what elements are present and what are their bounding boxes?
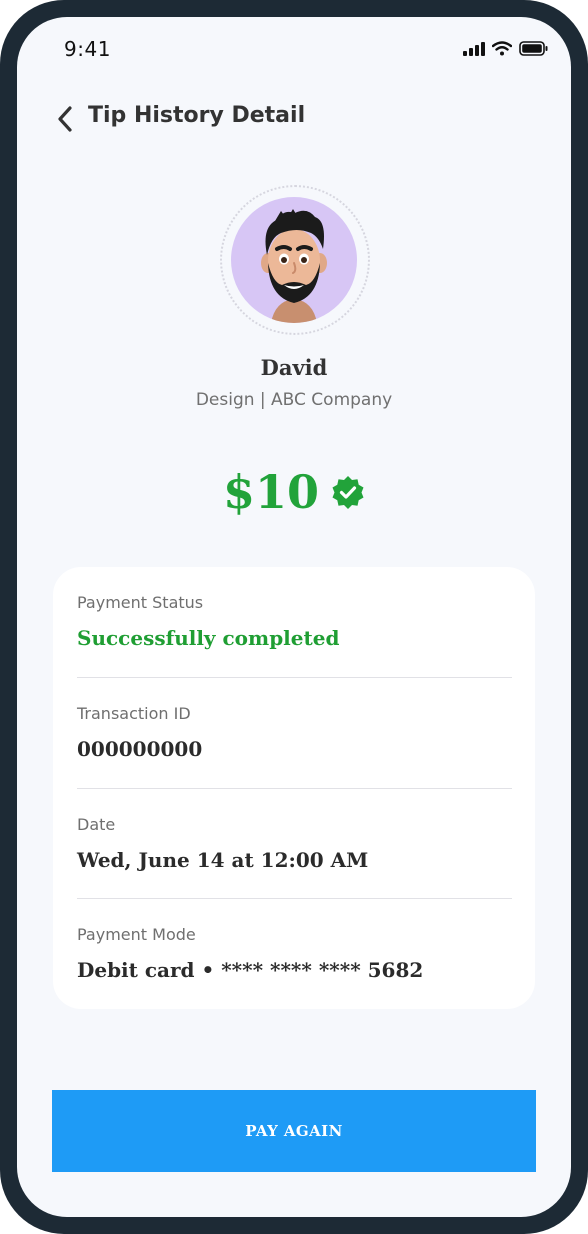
wifi-icon [492, 41, 512, 56]
verified-badge-icon [332, 476, 364, 509]
page-title: Tip History Detail [88, 103, 306, 128]
divider [77, 898, 512, 899]
divider [77, 788, 512, 789]
amount-row: $10 [17, 465, 571, 519]
profile-name: David [260, 355, 328, 380]
chevron-left-icon [58, 106, 72, 132]
transaction-id-label: Transaction ID [77, 704, 191, 723]
memoji-avatar [261, 209, 327, 323]
transaction-id-field: Transaction ID 000000000 [77, 704, 512, 761]
payment-status-field: Payment Status Successfully completed [77, 593, 512, 650]
battery-icon [519, 41, 548, 56]
date-value: Wed, June 14 at 12:00 AM [77, 848, 369, 872]
screen: 9:41 Tip History Detail David Design | A… [17, 17, 571, 1217]
status-icons [463, 41, 549, 56]
payment-details-card: Payment Status Successfully completed Tr… [53, 567, 535, 1009]
payment-mode-field: Payment Mode Debit card • **** **** ****… [77, 925, 512, 982]
divider [77, 677, 512, 678]
tip-amount: $10 [222, 465, 320, 519]
transaction-id-value: 000000000 [77, 737, 203, 761]
date-label: Date [77, 815, 116, 834]
date-field: Date Wed, June 14 at 12:00 AM [77, 815, 512, 872]
pay-again-button[interactable]: PAY AGAIN [52, 1090, 536, 1172]
payment-mode-label: Payment Mode [77, 925, 196, 944]
cellular-signal-icon [463, 41, 485, 56]
avatar [231, 197, 357, 323]
payment-status-value: Successfully completed [77, 626, 340, 650]
payment-status-label: Payment Status [77, 593, 204, 612]
phone-frame: 9:41 Tip History Detail David Design | A… [0, 0, 588, 1234]
back-button[interactable] [53, 105, 77, 133]
profile-subtitle: Design | ABC Company [195, 390, 393, 410]
payment-mode-value: Debit card • **** **** **** 5682 [77, 958, 424, 982]
status-time: 9:41 [64, 37, 111, 61]
